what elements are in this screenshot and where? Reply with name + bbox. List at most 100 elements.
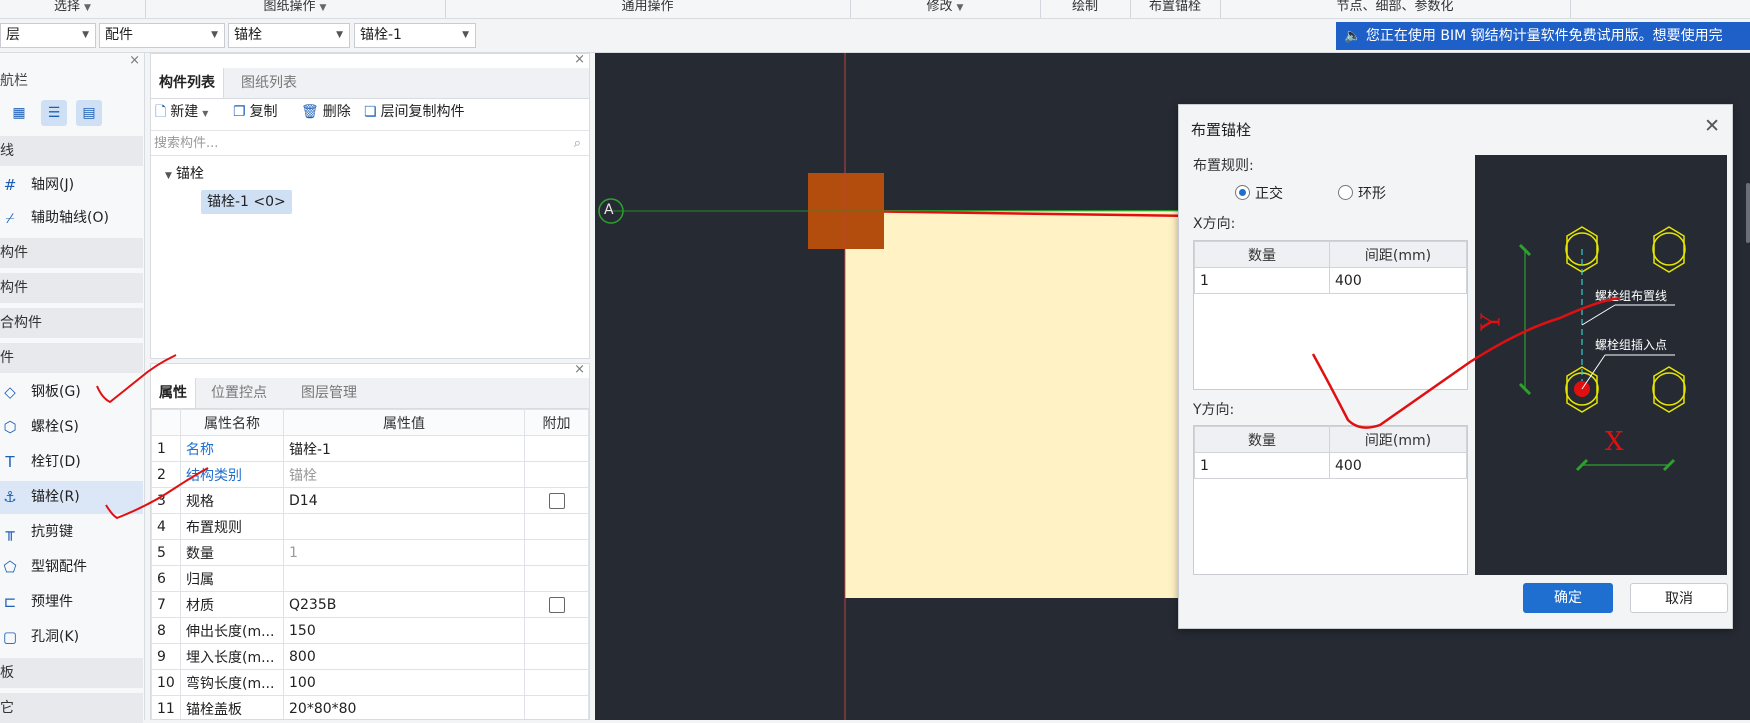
property-row[interactable]: 9 埋入长度(m... 800 xyxy=(151,643,589,670)
close-icon[interactable]: × xyxy=(129,53,140,68)
row-index: 2 xyxy=(151,461,181,488)
tree-view-icon[interactable]: ▦ xyxy=(6,100,32,126)
ribbon-group-place-anchor[interactable]: 布置锚栓 xyxy=(1130,0,1221,18)
search-icon[interactable]: ⌕ xyxy=(574,131,581,157)
tab-drawing-list[interactable]: 图纸列表 xyxy=(233,68,305,98)
nav-section-label: 板 xyxy=(0,665,14,681)
chevron-down-icon: ▼ xyxy=(319,3,327,13)
radio-ring[interactable]: 环形 xyxy=(1338,183,1386,203)
cancel-button[interactable]: 取消 xyxy=(1630,583,1728,613)
property-value[interactable]: 20*80*80 xyxy=(283,695,525,719)
component-select[interactable]: 锚栓-1 ▼ xyxy=(354,23,476,48)
tab-layer-management[interactable]: 图层管理 xyxy=(293,378,365,408)
type-select[interactable]: 锚栓 ▼ xyxy=(228,23,350,48)
nav-item-steel-plate[interactable]: ◇ 钢板(G) xyxy=(0,376,143,409)
property-value[interactable]: 锚栓 xyxy=(283,461,525,488)
nav-item-bolt[interactable]: ⬡ 螺栓(S) xyxy=(0,411,143,444)
property-value[interactable]: D14 xyxy=(283,487,525,514)
canvas-scrollbar[interactable] xyxy=(1746,183,1750,243)
nav-item-section-steel[interactable]: ⬠ 型钢配件 xyxy=(0,551,143,584)
property-value[interactable] xyxy=(283,565,525,592)
category-select[interactable]: 配件 ▼ xyxy=(99,23,225,48)
row-index: 10 xyxy=(151,669,181,696)
ribbon-group-nodes[interactable]: 节点、细部、参数化 xyxy=(1220,0,1571,18)
row-index: 1 xyxy=(151,435,181,462)
tree-item-anchor-1[interactable]: 锚栓-1 <0> xyxy=(201,190,292,214)
nav-item-grid[interactable]: # 轴网(J) xyxy=(0,169,143,202)
floor-select[interactable]: 层 ▼ xyxy=(0,23,96,48)
extra-checkbox[interactable] xyxy=(548,492,565,509)
property-value[interactable]: 100 xyxy=(283,669,525,696)
nav-item-label: 轴网(J) xyxy=(31,177,75,193)
x-grid-row[interactable]: 1 400 xyxy=(1194,267,1467,294)
new-button-label: 新建 xyxy=(170,104,199,120)
delete-button[interactable]: 🗑 删除 xyxy=(301,101,351,123)
property-value[interactable]: 锚栓-1 xyxy=(283,435,525,462)
nav-item-anchor-bolt[interactable]: ⚓ 锚栓(R) xyxy=(0,481,143,514)
close-icon[interactable]: ✕ xyxy=(1704,115,1720,137)
property-row[interactable]: 3 规格 D14 xyxy=(151,487,589,514)
nav-item-hole[interactable]: ▢ 孔洞(K) xyxy=(0,621,143,654)
property-row[interactable]: 10 弯钩长度(m... 100 xyxy=(151,669,589,696)
extra-checkbox[interactable] xyxy=(548,596,565,613)
nav-section-parts[interactable]: 件 xyxy=(0,343,143,373)
nav-section-slab[interactable]: 板 xyxy=(0,658,143,688)
ribbon-group-draw[interactable]: 绘制 xyxy=(1040,0,1131,18)
nav-section-label: 线 xyxy=(0,143,14,159)
ribbon-general-label: 通用操作 xyxy=(621,0,674,14)
tree-group-anchor[interactable]: ▼ 锚栓 xyxy=(165,163,204,183)
property-value[interactable] xyxy=(283,513,525,540)
ok-button[interactable]: 确定 xyxy=(1523,583,1613,613)
nav-section-components-1[interactable]: 构件 xyxy=(0,238,143,268)
property-row[interactable]: 1 名称 锚栓-1 xyxy=(151,435,589,462)
property-value[interactable]: 150 xyxy=(283,617,525,644)
base-plate xyxy=(845,211,1195,598)
copy-button[interactable]: ❐ 复制 xyxy=(233,101,278,123)
new-button[interactable]: 🗋 新建 ▼ xyxy=(155,101,208,123)
property-row[interactable]: 7 材质 Q235B xyxy=(151,591,589,618)
ribbon-group-drawing[interactable]: 图纸操作 ▼ xyxy=(145,0,446,18)
ribbon-group-modify[interactable]: 修改 ▼ xyxy=(850,0,1041,18)
x-spacing-cell[interactable]: 400 xyxy=(1329,267,1467,294)
ribbon-group-select[interactable]: 选择 ▼ xyxy=(0,0,146,18)
detail-view-icon[interactable]: ▤ xyxy=(76,100,102,126)
property-row[interactable]: 4 布置规则 xyxy=(151,513,589,540)
nav-section-other[interactable]: 它 xyxy=(0,693,143,723)
trial-notice-banner[interactable]: 🔈 您正在使用 BIM 钢结构计量软件免费试用版。想要使用完 xyxy=(1336,22,1750,50)
property-value[interactable]: 800 xyxy=(283,643,525,670)
x-count-cell[interactable]: 1 xyxy=(1194,267,1330,294)
component-search-input[interactable]: 搜索构件... ⌕ xyxy=(151,130,589,156)
navigation-title: 航栏 xyxy=(0,73,28,89)
list-view-icon[interactable]: ☰ xyxy=(41,100,67,126)
tab-properties[interactable]: 属性 xyxy=(151,378,196,408)
property-value[interactable]: 1 xyxy=(283,539,525,566)
y-direction-grid[interactable]: 数量 间距(mm) 1 400 xyxy=(1193,425,1468,575)
ribbon-group-general[interactable]: 通用操作 xyxy=(445,0,851,18)
property-row[interactable]: 11 锚栓盖板 20*80*80 xyxy=(151,695,589,719)
copy-button-label: 复制 xyxy=(249,104,278,120)
x-direction-label: X方向: xyxy=(1193,216,1236,232)
nav-section-composite[interactable]: 合构件 xyxy=(0,308,143,338)
tab-component-list[interactable]: 构件列表 xyxy=(151,68,224,98)
nav-section-axis[interactable]: 线 xyxy=(0,136,143,166)
radio-orthogonal[interactable]: 正交 xyxy=(1235,183,1283,203)
nav-item-embedded-part[interactable]: ⊏ 预埋件 xyxy=(0,586,143,619)
y-count-cell[interactable]: 1 xyxy=(1194,452,1330,479)
nav-item-shear-key[interactable]: ╥ 抗剪键 xyxy=(0,516,143,549)
close-icon[interactable]: × xyxy=(574,52,585,67)
property-row[interactable]: 8 伸出长度(m... 150 xyxy=(151,617,589,644)
y-grid-row[interactable]: 1 400 xyxy=(1194,452,1467,479)
nav-item-aux-axis[interactable]: ⌿ 辅助轴线(O) xyxy=(0,202,143,235)
copy-between-floors-button[interactable]: ❏ 层间复制构件 xyxy=(364,101,465,123)
nav-section-components-2[interactable]: 构件 xyxy=(0,273,143,303)
close-icon[interactable]: × xyxy=(574,364,585,377)
y-spacing-cell[interactable]: 400 xyxy=(1329,452,1467,479)
nav-item-label: 孔洞(K) xyxy=(31,629,80,645)
property-row[interactable]: 5 数量 1 xyxy=(151,539,589,566)
nav-item-stud[interactable]: T 栓钉(D) xyxy=(0,446,143,479)
x-direction-grid[interactable]: 数量 间距(mm) 1 400 xyxy=(1193,240,1468,390)
property-row[interactable]: 6 归属 xyxy=(151,565,589,592)
tab-position-control[interactable]: 位置控点 xyxy=(203,378,275,408)
property-value[interactable]: Q235B xyxy=(283,591,525,618)
property-row[interactable]: 2 结构类别 锚栓 xyxy=(151,461,589,488)
